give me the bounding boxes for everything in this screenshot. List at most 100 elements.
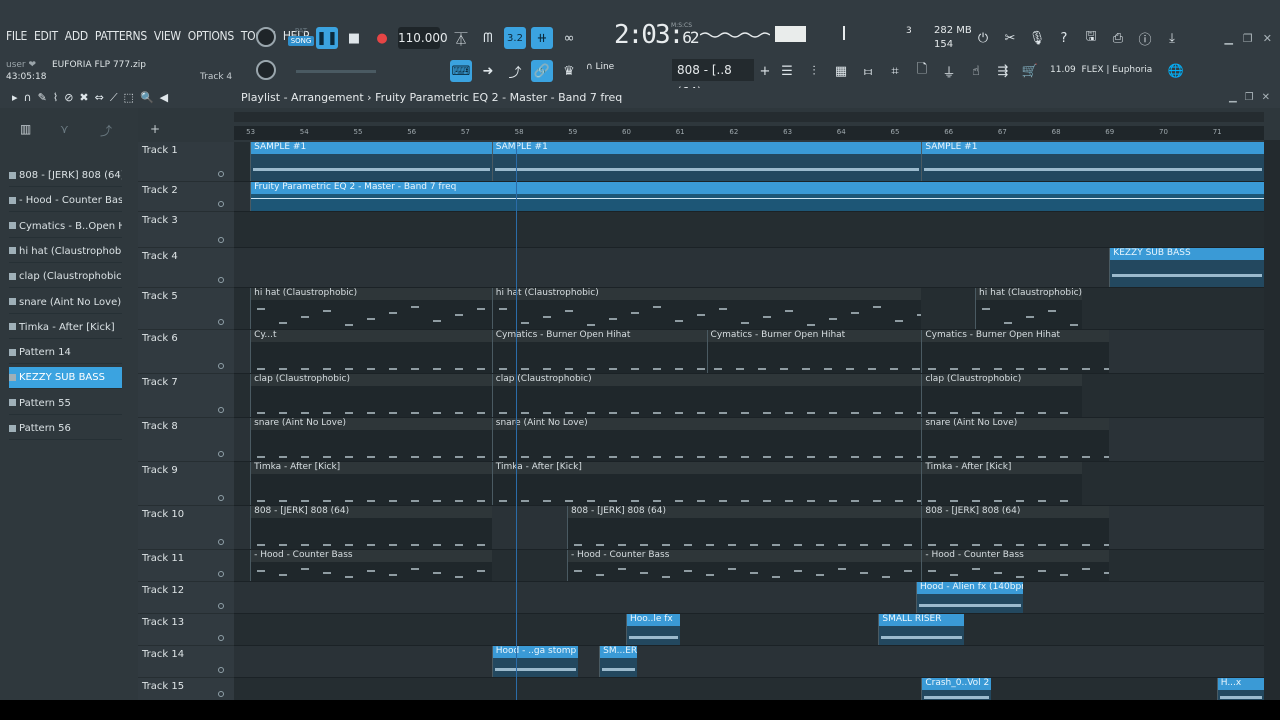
pattern-clip[interactable]: Timka - After [Kick] <box>921 462 1083 505</box>
channel-list-button[interactable]: ⧦ <box>857 60 879 82</box>
pattern-clip[interactable]: clap (Claustrophobic) <box>491 374 922 417</box>
paint-icon[interactable]: ⌇ <box>53 91 58 105</box>
pattern-item[interactable]: Pattern 55 <box>9 393 122 415</box>
pattern-clip[interactable]: hi hat (Claustrophobic) <box>250 288 492 329</box>
browser-button[interactable]: ⌗ <box>884 60 906 82</box>
track-header[interactable]: Track 10 <box>138 506 234 550</box>
channel-rack-button[interactable]: ☰ <box>776 60 798 82</box>
metronome-button[interactable]: ⏄ <box>450 27 472 49</box>
slip-icon[interactable]: ⇔ <box>95 91 104 105</box>
arrow-next-button[interactable]: ➜ <box>477 60 499 82</box>
track-header[interactable]: Track 9 <box>138 462 234 506</box>
zoom-icon[interactable]: 🔍 <box>140 91 154 105</box>
menu-item-view[interactable]: VIEW <box>154 29 181 43</box>
pattern-clip[interactable]: Cymatics - Burner Open Hihat <box>706 330 922 373</box>
track-mute-icon[interactable] <box>218 319 224 325</box>
menu-item-options[interactable]: OPTIONS <box>188 29 234 43</box>
track-lane[interactable]: Fruity Parametric EQ 2 - Master - Band 7… <box>234 182 1264 212</box>
pattern-clip[interactable]: hi hat (Claustrophobic) <box>491 288 922 329</box>
slice-icon[interactable]: ⟋ <box>110 91 118 105</box>
piano-roll-button[interactable]: ▦ <box>830 60 852 82</box>
keyboard-icon[interactable]: ▥ <box>20 122 31 136</box>
track-mute-icon[interactable] <box>218 201 224 207</box>
track-mute-icon[interactable] <box>218 539 224 545</box>
panic-button[interactable]: ⏻ <box>972 27 994 49</box>
track-mute-icon[interactable] <box>218 635 224 641</box>
close-icon[interactable]: ✕ <box>1263 32 1272 45</box>
play-arrow-icon[interactable]: ▸ <box>12 91 18 105</box>
select-icon[interactable]: ⬚ <box>124 91 134 105</box>
pattern-clip[interactable]: snare (Aint No Love) <box>250 418 492 461</box>
track-lane[interactable]: snare (Aint No Love) snare (Aint No Love)… <box>234 418 1264 462</box>
audio-clip[interactable]: Hoo..le fx <box>626 614 680 645</box>
pattern-clip[interactable]: Cymatics - Burner Open Hihat <box>491 330 707 373</box>
pattern-item[interactable]: Pattern 14 <box>9 342 122 365</box>
user-label[interactable]: user ❤ <box>6 60 36 70</box>
horizontal-scrollbar[interactable] <box>234 112 1264 122</box>
pattern-item[interactable]: - Hood - Counter Bass <box>9 190 122 213</box>
pat-song-toggle[interactable]: PAT SONG <box>288 26 314 50</box>
track-header[interactable]: Track 4 <box>138 248 234 288</box>
pattern-clip[interactable]: Timka - After [Kick] <box>491 462 922 505</box>
track-header[interactable]: Track 3 <box>138 212 234 248</box>
stamp-button[interactable]: ♛ <box>558 60 580 82</box>
pattern-clip[interactable]: clap (Claustrophobic) <box>921 374 1083 417</box>
track-lane[interactable]: Cy...t Cymatics - Burner Open Hihat Cymati… <box>234 330 1264 374</box>
plug-button[interactable]: ⏚ <box>938 60 960 82</box>
mixer-button[interactable]: ⫶ <box>803 60 825 82</box>
snap-selector[interactable]: ∩ Line <box>586 62 614 72</box>
pattern-clip[interactable]: 808 - [JERK] 808 (64) <box>921 506 1110 549</box>
track-lane[interactable]: Crash_0..Vol 2 H...x <box>234 678 1264 700</box>
restore-icon[interactable]: ❐ <box>1245 92 1254 103</box>
track-mute-icon[interactable] <box>218 451 224 457</box>
wait-input-button[interactable]: ᗰ <box>477 27 499 49</box>
track-lane[interactable]: KEZZY SUB BASS <box>234 248 1264 288</box>
loop-record-button[interactable]: ∞ <box>558 27 580 49</box>
pattern-clip[interactable]: - Hood - Counter Bass <box>921 550 1110 581</box>
tempo-tap-button[interactable]: ⇶ <box>992 60 1014 82</box>
menu-item-add[interactable]: ADD <box>65 29 88 43</box>
pattern-clip[interactable]: - Hood - Counter Bass <box>566 550 922 581</box>
track-mute-icon[interactable] <box>218 363 224 369</box>
playlist-view-button[interactable]: ⌨ <box>450 60 472 82</box>
menu-item-patterns[interactable]: PATTERNS <box>95 29 147 43</box>
vertical-scrollbar[interactable] <box>1264 140 1280 700</box>
track-lane[interactable]: Hoo..le fx SMALL RISER <box>234 614 1264 646</box>
pattern-clip[interactable]: 808 - [JERK] 808 (64) <box>250 506 492 549</box>
pattern-item[interactable]: clap (Claustrophobic) <box>9 266 122 289</box>
mic-button[interactable]: 🎙 <box>1026 27 1048 49</box>
track-header[interactable]: Track 2 <box>138 182 234 212</box>
track-header[interactable]: Track 11 <box>138 550 234 582</box>
audio-clip[interactable]: Hood - ..ga stomp <box>491 646 578 677</box>
record-button[interactable]: ● <box>371 27 393 49</box>
track-header[interactable]: Track 8 <box>138 418 234 462</box>
export-button[interactable]: ⤓ <box>1161 27 1183 49</box>
menu-item-file[interactable]: FILE <box>6 29 27 43</box>
draw-mode-button[interactable]: ⤴ <box>504 60 526 82</box>
minimize-icon[interactable]: ▁ <box>1224 32 1232 45</box>
audio-clip[interactable]: KEZZY SUB BASS <box>1109 248 1264 287</box>
pattern-item[interactable]: Pattern 56 <box>9 418 122 440</box>
pattern-item[interactable]: 808 - [JERK] 808 (64) <box>9 165 122 187</box>
track-lane[interactable]: Hood - Alien fx (140bpm) <box>234 582 1264 614</box>
track-mute-icon[interactable] <box>218 277 224 283</box>
audio-clip[interactable]: SMALL RISER <box>878 614 965 645</box>
pattern-item[interactable]: KEZZY SUB BASS <box>9 367 122 390</box>
track-mute-icon[interactable] <box>218 691 224 697</box>
track-mute-icon[interactable] <box>218 603 224 609</box>
playback-icon[interactable]: ◀ <box>160 91 168 105</box>
audio-clip[interactable]: H...x <box>1216 678 1264 700</box>
magnet-icon[interactable]: ∩ <box>24 91 32 105</box>
track-header[interactable]: Track 15 <box>138 678 234 700</box>
track-header[interactable]: Track 5 <box>138 288 234 330</box>
track-lane[interactable]: - Hood - Counter Bass - Hood - Counter Ba… <box>234 550 1264 582</box>
mute-icon[interactable]: ✖ <box>79 91 88 105</box>
bar-ruler[interactable]: 53 54 55 56 57 58 59 60 61 62 63 64 65 66 67 68 69 70 71 <box>234 126 1264 140</box>
tools-button[interactable]: ✂ <box>999 27 1021 49</box>
track-mute-icon[interactable] <box>218 667 224 673</box>
pattern-clip[interactable]: hi hat (Claustrophobic) <box>975 288 1083 329</box>
track-header[interactable]: Track 13 <box>138 614 234 646</box>
plugin-picker-button[interactable]: 🗋 <box>911 60 933 82</box>
minimize-icon[interactable]: ▁ <box>1229 92 1237 103</box>
track-mute-icon[interactable] <box>218 495 224 501</box>
